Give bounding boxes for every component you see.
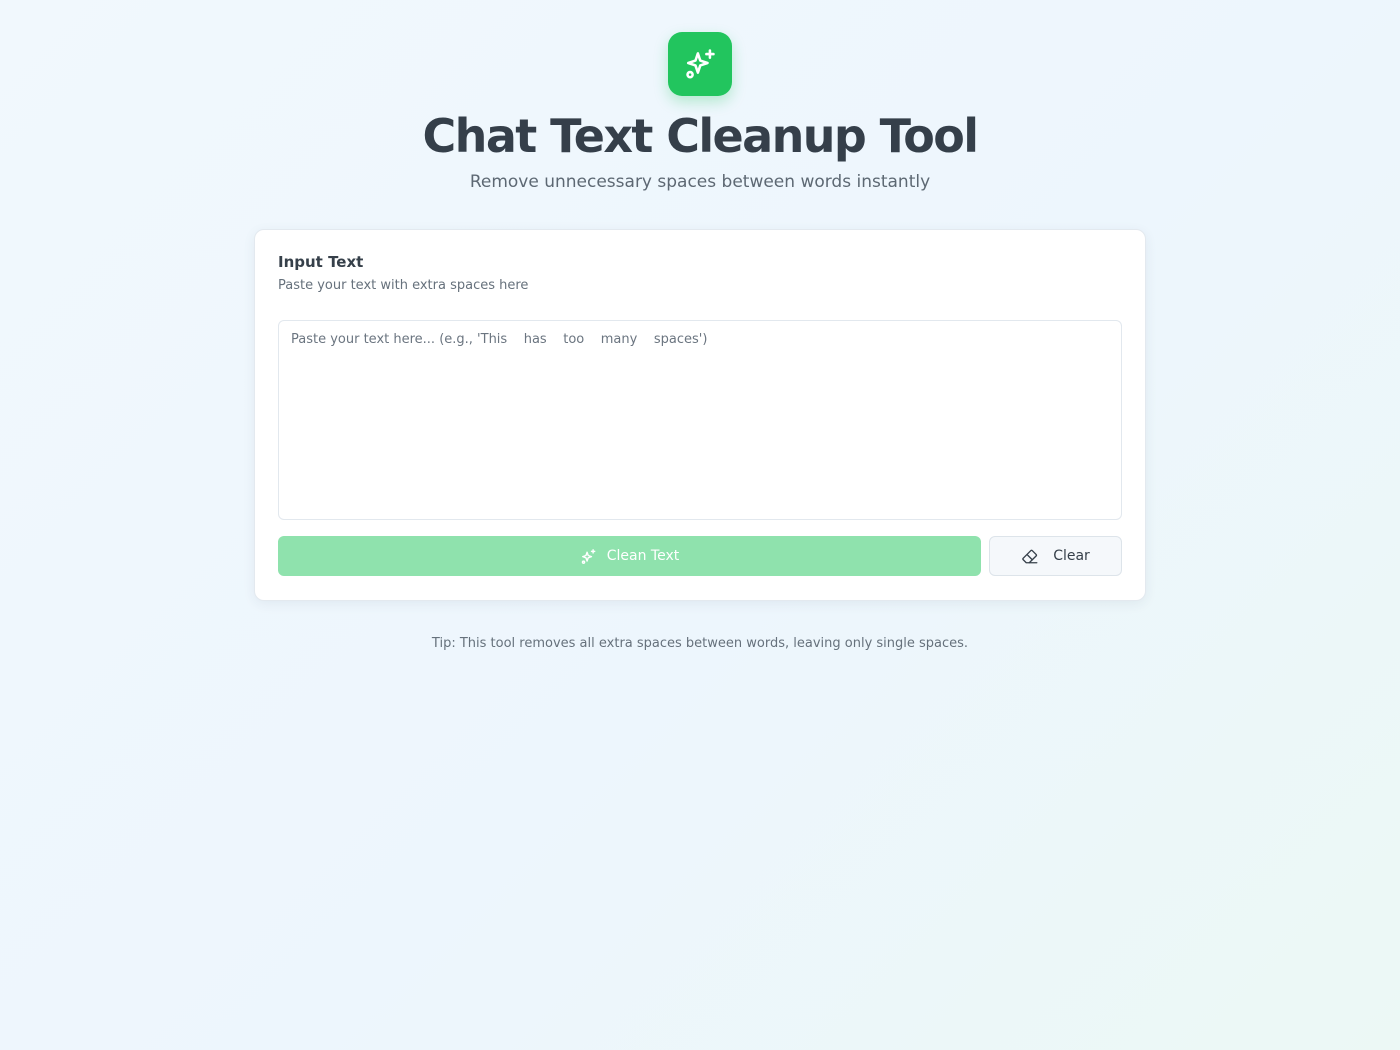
clear-button[interactable]: Clear [989,536,1122,576]
eraser-icon [1021,547,1039,565]
page-subtitle: Remove unnecessary spaces between words … [469,172,931,192]
clear-label: Clear [1053,548,1090,564]
sparkles-icon [580,548,597,565]
page-title: Chat Text Cleanup Tool [422,109,980,163]
app-logo [668,32,732,96]
tip-text: Tip: This tool removes all extra spaces … [431,636,969,651]
sparkles-icon [686,49,715,79]
input-card: Input Text Paste your text with extra sp… [254,229,1146,601]
input-text-area[interactable] [278,320,1122,520]
card-title: Input Text [278,253,364,271]
card-description: Paste your text with extra spaces here [278,278,529,293]
clean-text-label: Clean Text [606,548,680,564]
clean-text-button[interactable]: Clean Text [278,536,981,576]
